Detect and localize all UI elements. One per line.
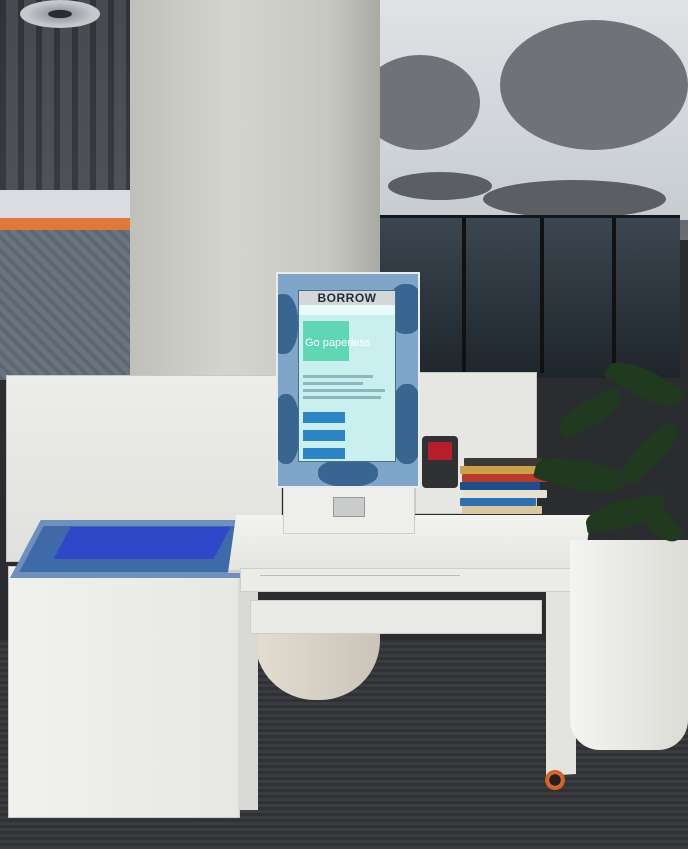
screen-title: BORROW (299, 291, 395, 305)
plant-icon (525, 351, 688, 560)
screen-option-button[interactable] (303, 412, 345, 423)
desk-drawer (240, 568, 572, 592)
instruction-text-lines (303, 371, 389, 403)
glass-divider (462, 218, 466, 373)
frame-pattern (278, 394, 300, 464)
card-reader-display (428, 442, 452, 460)
glass-divider (612, 218, 616, 373)
leaf (614, 420, 686, 486)
screen-status-bar (299, 305, 395, 315)
leaf (532, 448, 628, 502)
frame-pattern (278, 294, 298, 354)
screen-option-button[interactable] (303, 448, 345, 459)
mezzanine-rail (0, 190, 140, 230)
return-cabinet (8, 566, 240, 818)
screen-option-button[interactable] (303, 430, 345, 441)
screen-buttons (303, 411, 391, 461)
back-wall-panel (0, 230, 150, 380)
library-self-checkout-photo: BORROW Go paperless (0, 0, 688, 849)
acoustic-disc (388, 172, 492, 200)
plant-pot (570, 540, 688, 750)
caster-wheel (545, 770, 565, 790)
ceiling-vent (20, 0, 100, 28)
hero-text: Go paperless (305, 337, 371, 349)
acoustic-disc (483, 180, 666, 218)
acoustic-disc (500, 20, 688, 150)
return-bin-slot[interactable] (53, 527, 231, 559)
kiosk-touchscreen[interactable]: BORROW Go paperless (298, 290, 396, 462)
drawer-seam (260, 575, 460, 576)
receipt-slot[interactable] (333, 497, 365, 517)
glass-wall (380, 215, 680, 378)
frame-pattern (318, 459, 378, 486)
glass-divider (540, 218, 544, 373)
leaf (552, 386, 628, 440)
desk-crossbar (250, 600, 542, 634)
